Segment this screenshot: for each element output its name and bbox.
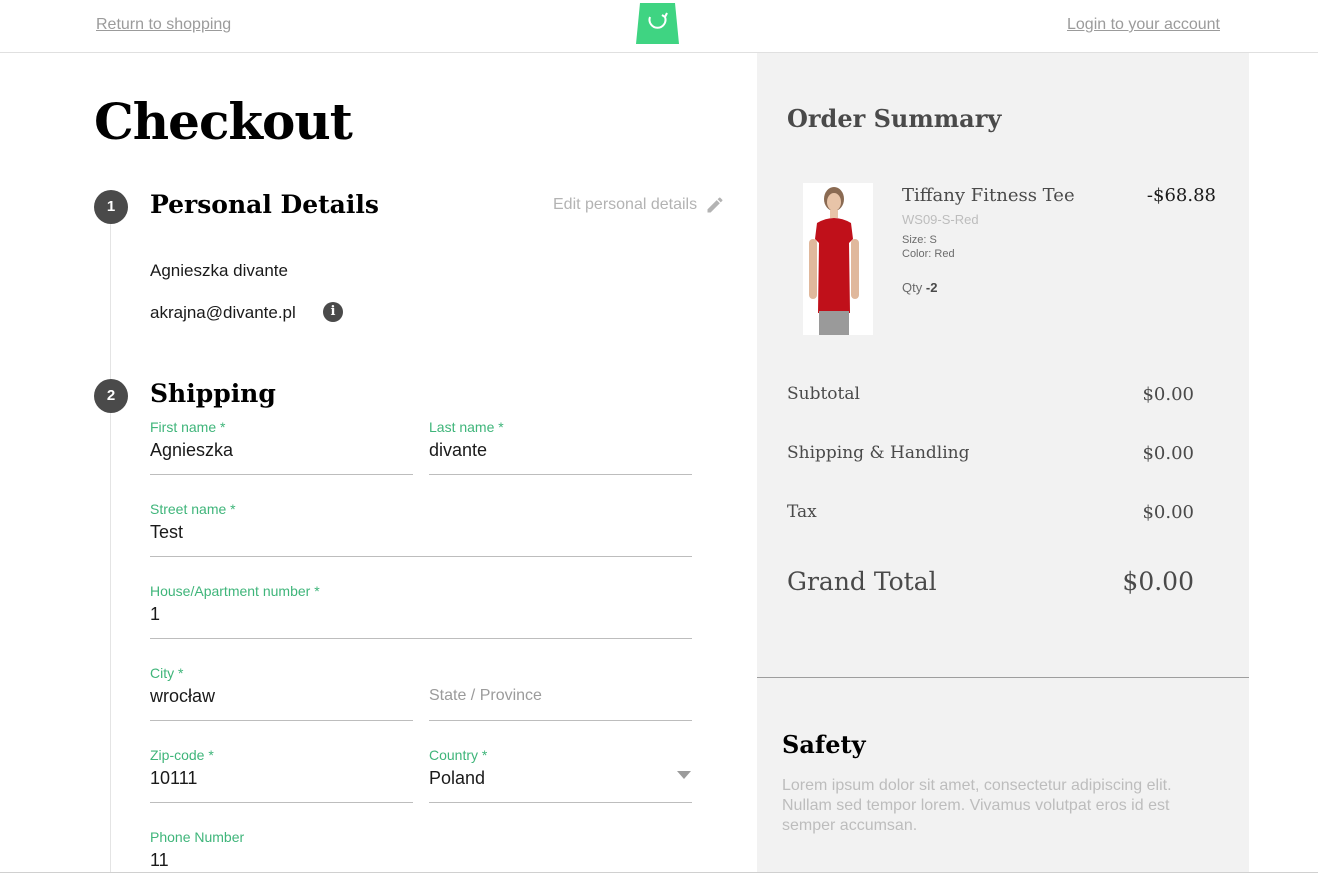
house-number-field[interactable]: House/Apartment number * 1 [150, 583, 692, 639]
street-name-field[interactable]: Street name * Test [150, 501, 692, 557]
country-select[interactable]: Country * Poland [429, 747, 692, 803]
edit-personal-details-label: Edit personal details [553, 196, 698, 213]
first-name-field[interactable]: First name * Agnieszka [150, 419, 413, 475]
city-field[interactable]: City * wrocław [150, 665, 413, 721]
grand-total-label: Grand Total [787, 567, 937, 596]
subtotal-label: Subtotal [787, 384, 860, 404]
house-number-value[interactable]: 1 [150, 604, 692, 625]
edit-personal-details-button[interactable]: Edit personal details [553, 195, 725, 215]
shopping-bag-logo-icon[interactable] [636, 3, 679, 44]
product-qty-value: -2 [925, 280, 938, 295]
safety-title: Safety [782, 730, 866, 759]
first-name-value[interactable]: Agnieszka [150, 440, 413, 461]
product-color: Color: Red [902, 248, 955, 260]
house-number-label: House/Apartment number * [150, 583, 320, 599]
return-to-shopping-link[interactable]: Return to shopping [96, 16, 231, 34]
subtotal-value: $0.00 [1142, 384, 1194, 405]
country-value[interactable]: Poland [429, 768, 692, 789]
grand-total-value: $0.00 [1122, 567, 1194, 596]
shipping-handling-value: $0.00 [1142, 443, 1194, 464]
city-value[interactable]: wrocław [150, 686, 413, 707]
login-link[interactable]: Login to your account [1067, 16, 1220, 34]
shipping-title: Shipping [150, 379, 276, 408]
shipping-handling-label: Shipping & Handling [787, 443, 970, 463]
street-name-value[interactable]: Test [150, 522, 692, 543]
product-size: Size: S [902, 234, 937, 246]
personal-name: Agnieszka divante [150, 261, 288, 280]
zip-code-field[interactable]: Zip-code * 10111 [150, 747, 413, 803]
street-name-label: Street name * [150, 501, 236, 517]
product-qty: Qty -2 [902, 280, 937, 295]
top-bar: Return to shopping Login to your account [0, 0, 1318, 53]
zip-code-label: Zip-code * [150, 747, 214, 763]
summary-divider [757, 677, 1249, 678]
step-connector-line [110, 224, 111, 873]
last-name-label: Last name * [429, 419, 504, 435]
product-image[interactable] [803, 183, 873, 335]
step-number-shipping: 2 [94, 379, 128, 413]
product-sku: WS09-S-Red [902, 212, 979, 227]
page-title: Checkout [94, 92, 353, 151]
pencil-icon [707, 197, 723, 213]
zip-code-value[interactable]: 10111 [150, 768, 413, 789]
country-label: Country * [429, 747, 488, 763]
personal-details-title: Personal Details [150, 190, 379, 219]
product-name[interactable]: Tiffany Fitness Tee [902, 185, 1075, 206]
first-name-label: First name * [150, 419, 226, 435]
city-label: City * [150, 665, 184, 681]
phone-number-label: Phone Number [150, 829, 245, 845]
product-qty-label: Qty [902, 280, 923, 295]
state-province-placeholder: State / Province [429, 687, 542, 704]
tax-value: $0.00 [1142, 502, 1194, 523]
state-province-field[interactable]: State / Province [429, 665, 692, 721]
last-name-value[interactable]: divante [429, 440, 692, 461]
step-number-personal: 1 [94, 190, 128, 224]
phone-number-field[interactable]: Phone Number 11 [150, 829, 413, 873]
info-icon[interactable]: i [323, 302, 343, 322]
phone-number-value[interactable]: 11 [150, 850, 413, 871]
order-summary-title: Order Summary [787, 104, 1002, 133]
product-price: -$68.88 [1146, 185, 1216, 206]
last-name-field[interactable]: Last name * divante [429, 419, 692, 475]
safety-text: Lorem ipsum dolor sit amet, consectetur … [782, 777, 1172, 834]
personal-email: akrajna@divante.pl [150, 303, 296, 322]
tax-label: Tax [787, 502, 817, 522]
chevron-down-icon[interactable] [677, 771, 691, 779]
